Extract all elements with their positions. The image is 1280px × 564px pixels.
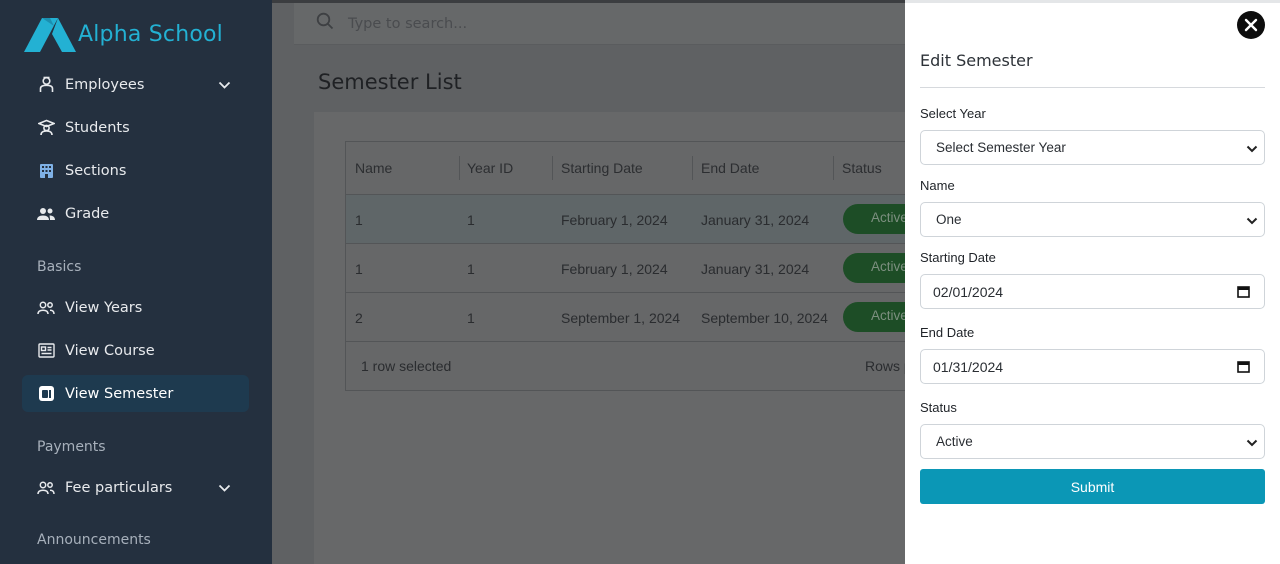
cell-end-date: September 10, 2024 — [701, 310, 828, 326]
sidebar-item-students[interactable]: Students — [22, 109, 249, 146]
search-input[interactable]: Type to search... — [348, 16, 467, 32]
sidebar-item-sections[interactable]: Sections — [22, 152, 249, 189]
chevron-down-icon — [1246, 142, 1258, 157]
semester-table: Name Year ID Starting Date End Date Stat… — [345, 141, 923, 391]
status-select-value: Active — [936, 434, 973, 449]
cell-name: 2 — [355, 310, 363, 326]
column-separator[interactable] — [692, 156, 693, 180]
main-content: Type to search... Semester List Name Yea… — [272, 0, 923, 564]
end-date-input[interactable]: 01/31/2024 — [920, 349, 1265, 384]
cell-name: 1 — [355, 261, 363, 277]
table-row[interactable]: 2 1 September 1, 2024 September 10, 2024… — [346, 293, 923, 342]
search-icon — [316, 12, 334, 35]
cell-starting-date: September 1, 2024 — [561, 310, 681, 326]
app-name: Alpha School — [78, 21, 223, 47]
table-row[interactable]: 1 1 February 1, 2024 January 31, 2024 Ac… — [346, 244, 923, 293]
sidebar-item-label: Sections — [65, 162, 127, 179]
status-select[interactable]: Active — [920, 424, 1265, 459]
sidebar-item-label: View Semester — [65, 385, 174, 402]
cell-year-id: 1 — [467, 261, 475, 277]
search-bar[interactable]: Type to search... — [294, 3, 905, 45]
sidebar-item-view-semester[interactable]: View Semester — [22, 375, 249, 412]
close-icon[interactable] — [1244, 18, 1258, 32]
section-basics: Basics — [37, 259, 82, 275]
sidebar-item-label: Employees — [65, 76, 145, 93]
calendar-icon[interactable] — [1237, 360, 1250, 376]
section-announcements: Announcements — [37, 532, 151, 548]
calendar-icon[interactable] — [1237, 285, 1250, 301]
starting-date-input[interactable]: 02/01/2024 — [920, 274, 1265, 309]
users-icon — [37, 299, 55, 317]
cell-year-id: 1 — [467, 212, 475, 228]
users-icon — [37, 205, 55, 223]
submit-button[interactable]: Submit — [920, 469, 1265, 504]
year-select[interactable]: Select Semester Year — [920, 130, 1265, 165]
users-icon — [37, 479, 55, 497]
table-header: Name Year ID Starting Date End Date Stat… — [346, 142, 906, 195]
name-select[interactable]: One — [920, 202, 1265, 237]
starting-date-label: Starting Date — [920, 250, 996, 265]
column-header-name[interactable]: Name — [355, 160, 392, 176]
column-separator[interactable] — [459, 156, 460, 180]
logo-icon — [24, 14, 76, 54]
column-separator[interactable] — [833, 156, 834, 180]
app-logo[interactable]: Alpha School — [24, 14, 223, 54]
table-row[interactable]: 1 1 February 1, 2024 January 31, 2024 Ac… — [346, 195, 923, 244]
cell-starting-date: February 1, 2024 — [561, 261, 668, 277]
page-title: Semester List — [318, 70, 462, 94]
course-icon — [37, 342, 55, 360]
student-icon — [37, 119, 55, 137]
column-separator[interactable] — [552, 156, 553, 180]
edit-semester-drawer: Edit Semester Select Year Select Semeste… — [905, 0, 1280, 564]
sidebar-item-grade[interactable]: Grade — [22, 195, 249, 232]
sidebar-item-label: Students — [65, 119, 130, 136]
column-header-starting-date[interactable]: Starting Date — [561, 160, 643, 176]
sidebar: Alpha School Employees Students Sections… — [0, 0, 272, 564]
chevron-down-icon — [1246, 214, 1258, 229]
cell-starting-date: February 1, 2024 — [561, 212, 668, 228]
sidebar-item-label: Fee particulars — [65, 479, 173, 496]
chevron-down-icon[interactable] — [218, 480, 231, 498]
selection-count: 1 row selected — [361, 358, 452, 374]
year-label: Select Year — [920, 106, 986, 121]
section-payments: Payments — [37, 439, 106, 455]
cell-year-id: 1 — [467, 310, 475, 326]
building-icon — [37, 162, 55, 180]
sidebar-item-view-years[interactable]: View Years — [22, 289, 249, 326]
cell-end-date: January 31, 2024 — [701, 212, 810, 228]
sidebar-item-view-course[interactable]: View Course — [22, 332, 249, 369]
cell-end-date: January 31, 2024 — [701, 261, 810, 277]
name-label: Name — [920, 178, 955, 193]
year-select-value: Select Semester Year — [936, 140, 1066, 155]
column-header-end-date[interactable]: End Date — [701, 160, 759, 176]
chevron-down-icon[interactable] — [218, 77, 231, 95]
column-header-status[interactable]: Status — [842, 160, 882, 176]
drawer-title: Edit Semester — [920, 51, 1033, 70]
employee-icon — [37, 76, 55, 94]
starting-date-value: 02/01/2024 — [933, 283, 1004, 300]
semester-icon — [37, 385, 55, 403]
chevron-down-icon — [1246, 436, 1258, 451]
end-date-label: End Date — [920, 325, 975, 340]
status-label: Status — [920, 400, 957, 415]
column-header-year-id[interactable]: Year ID — [467, 160, 513, 176]
sidebar-item-label: View Years — [65, 299, 143, 316]
sidebar-item-employees[interactable]: Employees — [22, 66, 249, 103]
sidebar-item-label: Grade — [65, 205, 110, 222]
name-select-value: One — [936, 212, 962, 227]
close-button[interactable] — [1237, 11, 1265, 39]
end-date-value: 01/31/2024 — [933, 358, 1004, 375]
sidebar-item-label: View Course — [65, 342, 155, 359]
divider — [920, 87, 1265, 88]
cell-name: 1 — [355, 212, 363, 228]
sidebar-item-fee-particulars[interactable]: Fee particulars — [22, 469, 249, 506]
